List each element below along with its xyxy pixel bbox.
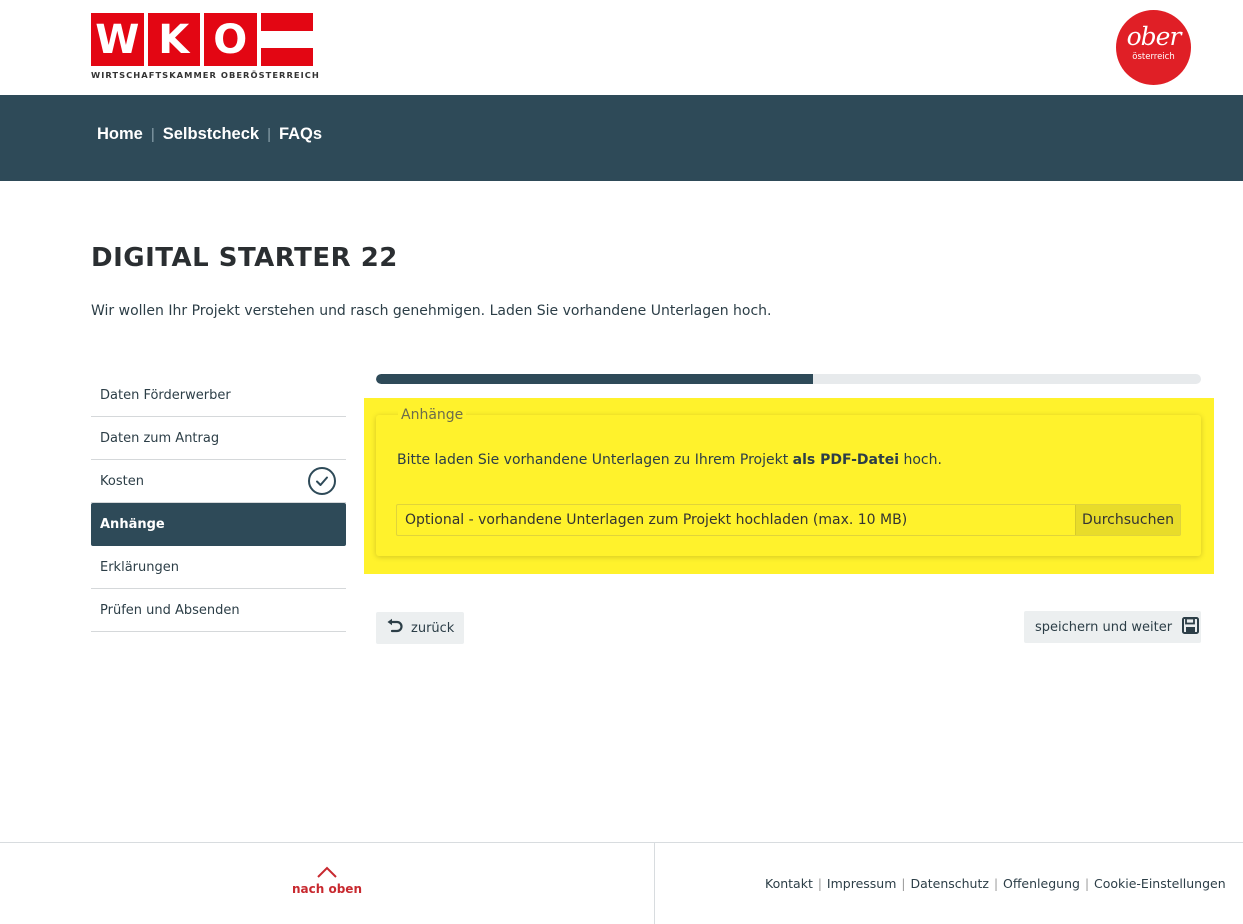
undo-arrow-icon <box>386 618 404 638</box>
nav-home-link[interactable]: Home <box>97 125 143 144</box>
footer-link-datenschutz[interactable]: Datenschutz <box>910 876 989 891</box>
footer-link-impressum[interactable]: Impressum <box>827 876 896 891</box>
footer-separator: | <box>901 876 906 891</box>
ober-logo-text: ober <box>1126 22 1182 51</box>
footer-link-offenlegung[interactable]: Offenlegung <box>1003 876 1080 891</box>
page-title: DIGITAL STARTER 22 <box>91 243 398 273</box>
step-anhaenge[interactable]: Anhänge <box>91 503 346 546</box>
browse-button[interactable]: Durchsuchen <box>1075 505 1180 535</box>
footer-link-cookie-einstellungen[interactable]: Cookie-Einstellungen <box>1094 876 1226 891</box>
step-kosten[interactable]: Kosten <box>91 460 346 503</box>
file-upload-input[interactable] <box>397 505 1075 535</box>
footer-separator: | <box>993 876 998 891</box>
ober-logo-subtext: österreich <box>1132 52 1175 62</box>
save-and-continue-button[interactable]: speichern und weiter <box>1024 611 1201 643</box>
nav-faqs-link[interactable]: FAQs <box>279 125 322 144</box>
footer-separator: | <box>1084 876 1089 891</box>
upload-text-bold: als PDF-Datei <box>792 452 899 468</box>
back-to-top-link[interactable]: nach oben <box>287 865 367 896</box>
floppy-disk-icon <box>1182 616 1200 638</box>
site-footer: nach oben Kontakt | Impressum | Datensch… <box>0 842 1243 924</box>
step-label: Daten Förderwerber <box>100 387 231 403</box>
nav-selbstcheck-link[interactable]: Selbstcheck <box>163 125 259 144</box>
nav-separator: | <box>150 126 155 143</box>
page-intro: Wir wollen Ihr Projekt verstehen und ras… <box>91 303 772 319</box>
back-to-top-label: nach oben <box>292 882 362 896</box>
step-daten-zum-antrag[interactable]: Daten zum Antrag <box>91 417 346 460</box>
footer-separator: | <box>817 876 822 891</box>
footer-link-kontakt[interactable]: Kontakt <box>765 876 813 891</box>
save-button-label: speichern und weiter <box>1035 619 1173 635</box>
wko-letter-k: K <box>147 13 200 66</box>
main-navbar: Home | Selbstcheck | FAQs <box>0 95 1243 181</box>
step-navigation: Daten Förderwerber Daten zum Antrag Kost… <box>91 374 346 632</box>
back-button[interactable]: zurück <box>376 612 464 644</box>
wko-letter-w: W <box>91 13 144 66</box>
step-daten-foerderwerber[interactable]: Daten Förderwerber <box>91 374 346 417</box>
attachments-legend: Anhänge <box>398 407 467 423</box>
step-label: Kosten <box>100 473 144 489</box>
check-circle-icon <box>308 467 336 495</box>
step-label: Anhänge <box>100 517 165 532</box>
back-button-label: zurück <box>411 620 455 636</box>
progress-bar-fill <box>376 374 814 384</box>
nav-separator: | <box>267 126 271 143</box>
upload-text-end: hoch. <box>899 452 942 468</box>
wko-letter-o: O <box>204 13 257 66</box>
file-upload-field: Durchsuchen <box>396 504 1181 536</box>
wko-tagline: WIRTSCHAFTSKAMMER OBERÖSTERREICH <box>91 70 320 80</box>
footer-links: Kontakt | Impressum | Datenschutz | Offe… <box>765 876 1226 891</box>
progress-bar <box>376 374 1201 384</box>
step-label: Erklärungen <box>100 559 179 575</box>
step-pruefen-und-absenden[interactable]: Prüfen und Absenden <box>91 589 346 632</box>
wko-logo-mark: W K O <box>91 13 313 67</box>
wko-logo[interactable]: W K O WIRTSCHAFTSKAMMER OBERÖSTERREICH <box>91 13 320 83</box>
step-erklaerungen[interactable]: Erklärungen <box>91 546 346 589</box>
oberoesterreich-logo[interactable]: ober österreich <box>1116 10 1191 85</box>
footer-divider <box>654 843 655 924</box>
upload-text-start: Bitte laden Sie vorhandene Unterlagen zu… <box>397 452 793 468</box>
step-label: Prüfen und Absenden <box>100 602 240 618</box>
step-label: Daten zum Antrag <box>100 430 220 446</box>
site-header: W K O WIRTSCHAFTSKAMMER OBERÖSTERREICH o… <box>0 0 1243 95</box>
upload-instructions: Bitte laden Sie vorhandene Unterlagen zu… <box>397 452 942 468</box>
austria-flag-icon <box>260 13 313 67</box>
main-nav: Home | Selbstcheck | FAQs <box>97 125 322 144</box>
chevron-up-icon <box>287 865 367 882</box>
